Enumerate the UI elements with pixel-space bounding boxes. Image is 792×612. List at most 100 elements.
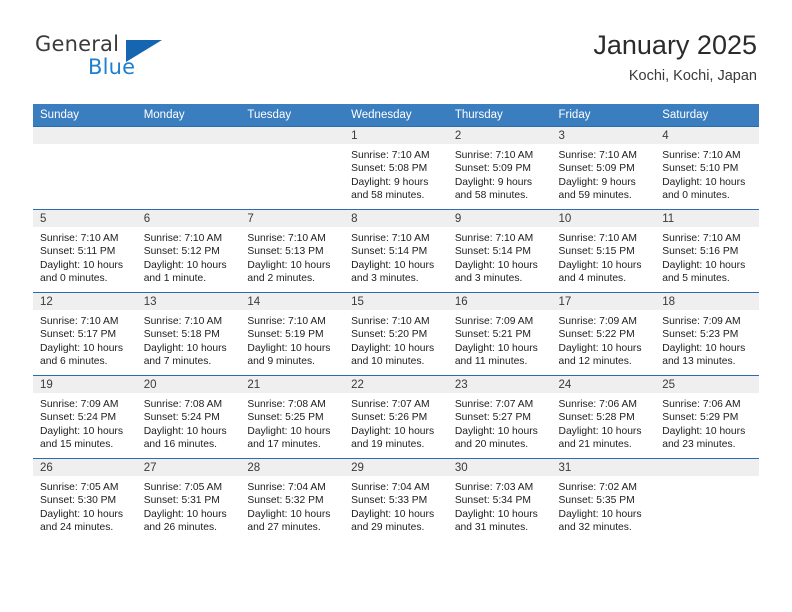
calendar-day-cell[interactable]: 9 Sunrise: 7:10 AM Sunset: 5:14 PM Daylight… [447, 209, 552, 293]
day-details: Sunrise: 7:09 AM Sunset: 5:21 PM Daylight:… [448, 310, 552, 369]
day-details: Sunrise: 7:05 AM Sunset: 5:31 PM Daylight:… [137, 476, 241, 535]
day-number: 31 [551, 459, 656, 476]
calendar-day-cell[interactable]: 24 Sunrise: 7:06 AM Sunset: 5:28 PM Dayligh… [551, 375, 656, 459]
day-details: Sunrise: 7:05 AM Sunset: 5:30 PM Daylight:… [33, 476, 137, 535]
day-details: Sunrise: 7:09 AM Sunset: 5:23 PM Daylight:… [655, 310, 759, 369]
day-detail-line: and 58 minutes. [351, 190, 425, 202]
day-detail-line: and 31 minutes. [454, 522, 529, 534]
calendar-day-cell[interactable]: 17 Sunrise: 7:09 AM Sunset: 5:22 PM Dayligh… [551, 292, 656, 376]
brand-logo[interactable]: General Blue [35, 32, 215, 92]
day-details: Sunrise: 7:06 AM Sunset: 5:28 PM Daylight:… [552, 393, 656, 452]
day-detail-line: Daylight: 10 hours [143, 259, 227, 271]
calendar-day-cell[interactable]: 22 Sunrise: 7:07 AM Sunset: 5:26 PM Dayligh… [344, 375, 448, 459]
calendar-day-cell[interactable]: 6 Sunrise: 7:10 AM Sunset: 5:12 PM Daylight… [136, 209, 241, 293]
day-number [240, 127, 345, 144]
day-details: Sunrise: 7:10 AM Sunset: 5:20 PM Daylight:… [344, 310, 448, 369]
day-detail-line: Sunset: 5:30 PM [40, 495, 117, 507]
calendar-day-cell[interactable]: 20 Sunrise: 7:08 AM Sunset: 5:24 PM Dayligh… [136, 375, 241, 459]
day-detail-line: Sunset: 5:17 PM [40, 329, 117, 341]
day-detail-line: Daylight: 10 hours [143, 508, 227, 520]
day-number: 9 [447, 210, 552, 227]
day-detail-line: Sunset: 5:14 PM [351, 246, 428, 258]
day-detail-line: Sunrise: 7:09 AM [454, 316, 534, 327]
day-detail-line: and 7 minutes. [143, 356, 212, 368]
calendar-day-cell[interactable]: 18 Sunrise: 7:09 AM Sunset: 5:23 PM Dayligh… [655, 292, 759, 376]
day-details [33, 144, 137, 149]
calendar-page: General Blue January 2025 Kochi, Kochi, … [0, 0, 792, 612]
day-detail-line: Sunset: 5:10 PM [662, 163, 739, 175]
calendar-day-cell[interactable]: 8 Sunrise: 7:10 AM Sunset: 5:14 PM Daylight… [344, 209, 448, 293]
calendar-day-cell[interactable]: 5 Sunrise: 7:10 AM Sunset: 5:11 PM Daylight… [33, 209, 137, 293]
calendar-day-cell[interactable]: 14 Sunrise: 7:10 AM Sunset: 5:19 PM Dayligh… [240, 292, 345, 376]
day-details: Sunrise: 7:10 AM Sunset: 5:15 PM Daylight:… [552, 227, 656, 286]
day-number: 4 [655, 127, 759, 144]
calendar-day-cell[interactable]: 23 Sunrise: 7:07 AM Sunset: 5:27 PM Dayligh… [447, 375, 552, 459]
day-detail-line: Sunset: 5:24 PM [143, 412, 220, 424]
calendar-body: 1 Sunrise: 7:10 AM Sunset: 5:08 PM Daylight… [33, 126, 759, 541]
calendar-day-cell[interactable]: 11 Sunrise: 7:10 AM Sunset: 5:16 PM Dayligh… [655, 209, 759, 293]
calendar-day-cell[interactable]: 28 Sunrise: 7:04 AM Sunset: 5:32 PM Dayligh… [240, 458, 345, 541]
calendar-day-cell[interactable]: 30 Sunrise: 7:03 AM Sunset: 5:34 PM Dayligh… [447, 458, 552, 541]
calendar-header-row: Sunday Monday Tuesday Wednesday Thursday Frid… [33, 104, 759, 127]
day-detail-line: and 17 minutes. [247, 439, 321, 451]
calendar-day-cell[interactable]: 31 Sunrise: 7:02 AM Sunset: 5:35 PM Dayligh… [551, 458, 656, 541]
day-number: 5 [33, 210, 137, 227]
weekday-header-wednesday: Wednesday [344, 104, 448, 127]
day-detail-line: Sunset: 5:25 PM [247, 412, 324, 424]
day-detail-line: Daylight: 10 hours [247, 259, 331, 271]
day-detail-line: Sunrise: 7:10 AM [558, 233, 637, 244]
title-block: January 2025 Kochi, Kochi, Japan [593, 28, 757, 86]
day-detail-line: Sunset: 5:35 PM [558, 495, 635, 507]
day-details: Sunrise: 7:10 AM Sunset: 5:11 PM Daylight:… [33, 227, 137, 286]
calendar-week-row: 26 Sunrise: 7:05 AM Sunset: 5:30 PM Dayligh… [33, 458, 759, 541]
calendar-day-cell[interactable]: 19 Sunrise: 7:09 AM Sunset: 5:24 PM Dayligh… [33, 375, 137, 459]
day-detail-line: and 0 minutes. [662, 190, 730, 202]
calendar-day-cell[interactable]: 12 Sunrise: 7:10 AM Sunset: 5:17 PM Dayligh… [33, 292, 137, 376]
day-detail-line: and 2 minutes. [247, 273, 315, 285]
calendar-day-cell-empty [240, 126, 345, 210]
day-detail-line: Daylight: 10 hours [40, 342, 123, 354]
day-detail-line: Sunset: 5:21 PM [454, 329, 531, 341]
day-detail-line: Sunset: 5:31 PM [143, 495, 220, 507]
calendar-day-cell-empty [136, 126, 241, 210]
day-detail-line: Daylight: 10 hours [454, 259, 538, 271]
calendar-day-cell[interactable]: 13 Sunrise: 7:10 AM Sunset: 5:18 PM Dayligh… [136, 292, 241, 376]
day-detail-line: Sunrise: 7:07 AM [454, 399, 534, 410]
calendar-day-cell[interactable]: 7 Sunrise: 7:10 AM Sunset: 5:13 PM Daylight… [240, 209, 345, 293]
day-number: 30 [447, 459, 552, 476]
calendar-day-cell[interactable]: 25 Sunrise: 7:06 AM Sunset: 5:29 PM Dayligh… [655, 375, 759, 459]
day-detail-line: and 58 minutes. [454, 190, 529, 202]
brand-name-general: General [35, 32, 120, 56]
calendar-day-cell[interactable]: 26 Sunrise: 7:05 AM Sunset: 5:30 PM Dayligh… [33, 458, 137, 541]
weekday-header-saturday: Saturday [655, 104, 759, 127]
day-details: Sunrise: 7:09 AM Sunset: 5:22 PM Daylight:… [552, 310, 656, 369]
calendar-day-cell[interactable]: 16 Sunrise: 7:09 AM Sunset: 5:21 PM Dayligh… [447, 292, 552, 376]
day-detail-line: and 3 minutes. [454, 273, 523, 285]
calendar-day-cell[interactable]: 10 Sunrise: 7:10 AM Sunset: 5:15 PM Dayligh… [551, 209, 656, 293]
calendar-day-cell[interactable]: 3 Sunrise: 7:10 AM Sunset: 5:09 PM Daylight… [551, 126, 656, 210]
calendar-day-cell[interactable]: 29 Sunrise: 7:04 AM Sunset: 5:33 PM Dayligh… [344, 458, 448, 541]
calendar-day-cell[interactable]: 2 Sunrise: 7:10 AM Sunset: 5:09 PM Daylight… [447, 126, 552, 210]
day-detail-line: and 29 minutes. [351, 522, 425, 534]
day-detail-line: Daylight: 10 hours [40, 259, 123, 271]
calendar-day-cell[interactable]: 21 Sunrise: 7:08 AM Sunset: 5:25 PM Dayligh… [240, 375, 345, 459]
day-details: Sunrise: 7:03 AM Sunset: 5:34 PM Daylight:… [448, 476, 552, 535]
day-details: Sunrise: 7:04 AM Sunset: 5:33 PM Daylight:… [344, 476, 448, 535]
calendar-day-cell[interactable]: 1 Sunrise: 7:10 AM Sunset: 5:08 PM Daylight… [344, 126, 448, 210]
day-detail-line: and 5 minutes. [662, 273, 730, 285]
day-detail-line: Daylight: 10 hours [662, 176, 746, 188]
calendar-day-cell[interactable]: 15 Sunrise: 7:10 AM Sunset: 5:20 PM Dayligh… [344, 292, 448, 376]
day-detail-line: Sunrise: 7:04 AM [247, 482, 326, 493]
day-detail-line: Daylight: 10 hours [247, 425, 331, 437]
day-detail-line: Sunset: 5:13 PM [247, 246, 324, 258]
calendar-day-cell[interactable]: 27 Sunrise: 7:05 AM Sunset: 5:31 PM Dayligh… [136, 458, 241, 541]
day-number: 8 [344, 210, 448, 227]
day-details: Sunrise: 7:10 AM Sunset: 5:12 PM Daylight:… [137, 227, 241, 286]
day-detail-line: Sunset: 5:08 PM [351, 163, 428, 175]
day-detail-line: Sunset: 5:11 PM [40, 246, 116, 258]
day-detail-line: Sunrise: 7:10 AM [40, 233, 119, 244]
calendar-day-cell[interactable]: 4 Sunrise: 7:10 AM Sunset: 5:10 PM Daylight… [655, 126, 759, 210]
day-number: 24 [551, 376, 656, 393]
calendar-week-row: 19 Sunrise: 7:09 AM Sunset: 5:24 PM Dayligh… [33, 375, 759, 459]
day-number [33, 127, 137, 144]
